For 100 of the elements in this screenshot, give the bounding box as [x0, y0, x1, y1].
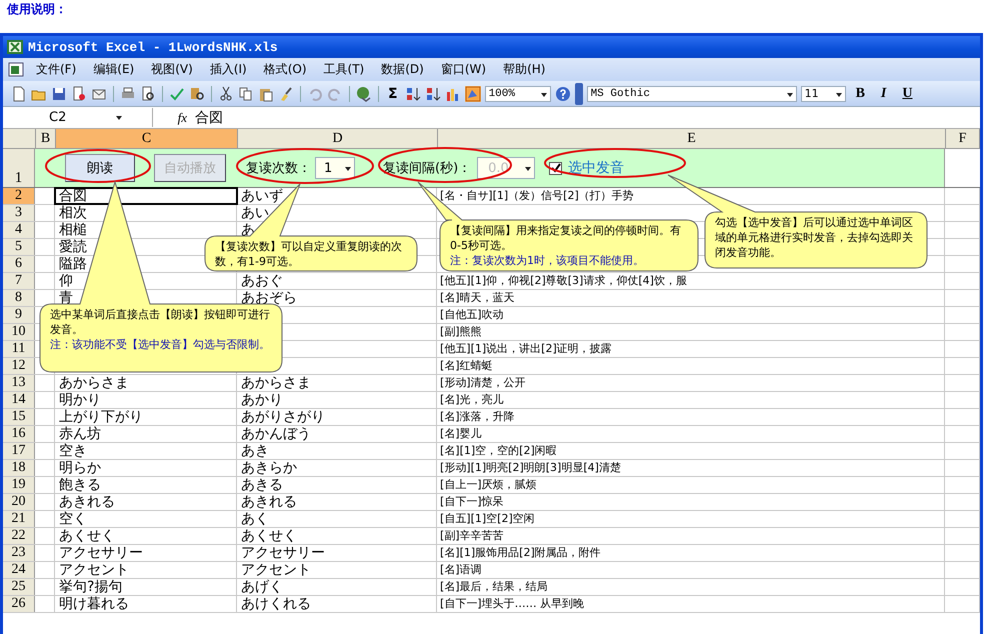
menu-item[interactable]: 工具(T)	[324, 61, 364, 78]
table-cell: [名]语调	[440, 563, 482, 576]
table-cell: 空く	[59, 511, 87, 527]
print-preview-icon[interactable]	[140, 86, 156, 102]
insert-function-button[interactable]: fx	[153, 110, 195, 126]
row-header[interactable]: 4	[3, 222, 35, 238]
table-cell: あきれる	[59, 494, 115, 510]
table-cell: [形动]清楚，公开	[440, 376, 526, 389]
table-cell: アクセント	[59, 562, 129, 578]
table-cell: あからさま	[59, 375, 129, 391]
menu-item[interactable]: 视图(V)	[151, 61, 193, 78]
row-header[interactable]: 10	[3, 324, 35, 340]
table-cell: 仰	[59, 273, 73, 289]
table-cell: アクセント	[241, 562, 311, 578]
checkbox-label[interactable]: 选中发音	[568, 159, 624, 177]
format-button[interactable]: I	[874, 86, 892, 102]
menu-item[interactable]: 格式(O)	[264, 61, 307, 78]
table-cell: あけくれる	[241, 596, 311, 612]
workbook-icon[interactable]	[8, 62, 26, 78]
toolbar-grip[interactable]	[574, 82, 583, 104]
menu-item[interactable]: 数据(D)	[381, 61, 424, 78]
row-header[interactable]: 13	[3, 375, 35, 391]
table-cell: [他五][1]仰，仰视[2]尊敬[3]请求，仰仗[4]饮，服	[440, 274, 687, 287]
drawing-tools-icon[interactable]	[464, 86, 481, 102]
row-header[interactable]: 23	[3, 545, 35, 561]
menu-item[interactable]: 文件(F)	[36, 61, 76, 78]
table-cell: 愛読	[59, 239, 87, 255]
font-size-dropdown[interactable]: 11	[800, 86, 846, 102]
row-header[interactable]: 7	[3, 273, 35, 289]
row-header[interactable]: 1	[3, 149, 35, 187]
table-cell: あきる	[241, 477, 283, 493]
menu-item[interactable]: 窗口(W)	[440, 61, 486, 78]
row-header[interactable]: 18	[3, 460, 35, 476]
copy-icon[interactable]	[238, 86, 254, 102]
window-title: Microsoft Excel - 1LwordsNHK.xls	[28, 40, 278, 54]
scissors-icon[interactable]	[218, 86, 234, 102]
table-cell: [名]晴天，蓝天	[440, 291, 515, 304]
format-button[interactable]: B	[850, 86, 871, 102]
row-header[interactable]: 19	[3, 477, 35, 493]
row-header[interactable]: 2	[3, 188, 35, 204]
sum-button[interactable]: Σ	[385, 86, 401, 102]
row-header[interactable]: 11	[3, 341, 35, 357]
row-header[interactable]: 9	[3, 307, 35, 323]
font-dropdown[interactable]: MS Gothic	[586, 86, 797, 102]
row-header[interactable]: 25	[3, 579, 35, 595]
name-box[interactable]: C2	[3, 108, 153, 127]
new-document-icon[interactable]	[11, 86, 27, 102]
research-icon[interactable]	[189, 86, 205, 102]
row-header[interactable]: 15	[3, 409, 35, 425]
lock-document-icon[interactable]	[71, 86, 87, 102]
row-header[interactable]: 22	[3, 528, 35, 544]
row-header[interactable]: 21	[3, 511, 35, 527]
table-cell: あく	[241, 511, 269, 527]
row-header[interactable]: 17	[3, 443, 35, 459]
table-cell: あおぞら	[241, 290, 297, 306]
table-cell: あかんぼう	[241, 426, 311, 442]
table-cell: あきれる	[241, 494, 297, 510]
row-header[interactable]: 20	[3, 494, 35, 510]
table-cell: [形动][1]明亮[2]明朗[3]明显[4]清楚	[440, 461, 621, 474]
column-header[interactable]: C	[56, 129, 238, 148]
row-header[interactable]: 3	[3, 205, 35, 221]
zoom-dropdown[interactable]: 100%	[484, 86, 551, 102]
table-cell: アクセサリー	[59, 545, 143, 561]
table-cell: 相槌	[59, 222, 87, 238]
table-cell: 明かり	[59, 392, 101, 408]
repeat-count-label: 复读次数：	[246, 160, 311, 177]
sort-descending-icon[interactable]	[424, 86, 441, 102]
row-header[interactable]: 16	[3, 426, 35, 442]
row-header[interactable]: 8	[3, 290, 35, 306]
menu-item[interactable]: 插入(I)	[210, 61, 247, 78]
table-cell: あげく	[241, 579, 283, 595]
table-cell: あきらか	[241, 460, 297, 476]
column-header[interactable]: E	[438, 129, 946, 148]
row-header[interactable]: 5	[3, 239, 35, 255]
formula-field[interactable]: 合図	[195, 108, 223, 126]
row-header[interactable]: 12	[3, 358, 35, 374]
format-button[interactable]: U	[896, 86, 918, 102]
repeat-count-dropdown[interactable]: 1	[315, 157, 355, 179]
save-icon[interactable]	[51, 86, 67, 102]
table-cell: 青	[59, 290, 73, 306]
column-header[interactable]: F	[946, 129, 980, 148]
table-cell: [名]光，亮儿	[440, 393, 504, 406]
callout-note: 注：复读次数为1时，该项目不能使用。	[450, 253, 645, 268]
table-cell: あい	[241, 205, 269, 221]
row-header[interactable]: 14	[3, 392, 35, 408]
menu-item[interactable]: 编辑(E)	[93, 61, 134, 78]
menu-item[interactable]: 帮助(H)	[503, 61, 546, 78]
help-icon[interactable]	[554, 86, 571, 102]
row-header[interactable]: 24	[3, 562, 35, 578]
sort-ascending-icon[interactable]	[404, 86, 421, 102]
globe-icon[interactable]	[356, 86, 372, 102]
row-header[interactable]: 6	[3, 256, 35, 272]
table-cell: [名]婴儿	[440, 427, 482, 440]
brush-icon[interactable]	[278, 86, 294, 102]
row-header[interactable]: 26	[3, 596, 35, 612]
read-aloud-button[interactable]: 朗读	[65, 154, 135, 182]
column-header[interactable]: D	[238, 129, 438, 148]
table-cell: [名]最后，结果，结局	[440, 580, 548, 593]
table-cell: あくせく	[241, 528, 297, 544]
table-cell: [自下一]埋头于…… 从早到晚	[440, 597, 584, 610]
